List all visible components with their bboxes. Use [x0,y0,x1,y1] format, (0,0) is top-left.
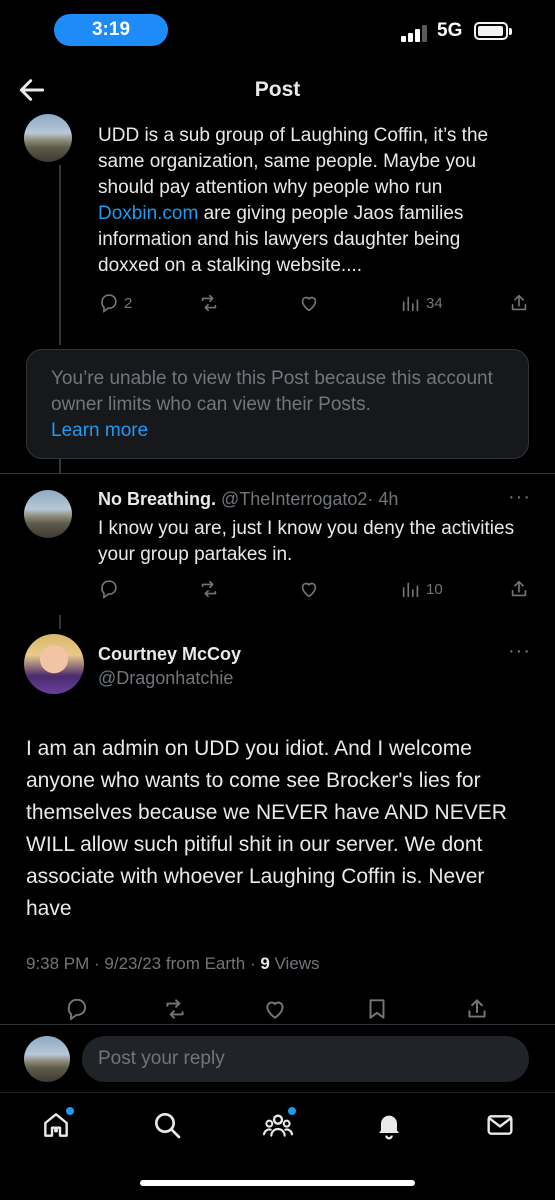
views-icon [402,582,419,598]
reply-input[interactable]: Post your reply [82,1036,529,1082]
views-count[interactable]: 9 [260,954,269,973]
divider [0,1024,555,1025]
tab-communities[interactable] [262,1107,296,1141]
avatar[interactable] [24,1036,70,1082]
more-icon[interactable]: ··· [508,486,531,509]
header: Post [0,62,555,118]
thread-line [59,459,61,473]
reply-author: No Breathing. @TheInterrogato2· 4h [98,489,398,510]
main-post-author: Courtney McCoy @Dragonhatchie [98,642,241,690]
repost-button[interactable] [198,292,220,316]
reply-bar: Post your reply [0,1034,555,1090]
notification-dot [288,1107,296,1115]
handle[interactable]: @Dragonhatchie [98,666,241,690]
reply-icon [101,294,117,313]
post-meta: 9:38 PM · 9/23/23 from Earth · 9 Views [26,954,320,974]
like-icon [301,582,317,598]
status-bar: 3:19 5G [0,0,555,56]
repost-button[interactable] [198,578,220,602]
main-post-text: I am an admin on UDD you idiot. And I we… [26,737,507,920]
search-icon [155,1113,181,1139]
restricted-message: You’re unable to view this Post because … [51,368,493,415]
like-button[interactable] [298,578,320,602]
views-icon [402,296,419,312]
like-icon [301,296,317,312]
share-icon [511,294,527,311]
notification-dot [66,1107,74,1115]
reply-button[interactable] [64,996,90,1021]
thread-line [59,615,61,629]
doxbin-link[interactable]: Doxbin.com [98,203,198,224]
home-indicator [140,1180,415,1186]
views-button[interactable]: 34 [400,292,443,316]
messages-icon [487,1115,513,1135]
repost-icon [201,580,217,598]
avatar[interactable] [24,114,72,162]
post-timestamp: 9:38 PM · 9/23/23 from Earth · [26,954,261,973]
reply-text: I know you are, just I know you deny the… [98,518,515,565]
handle[interactable]: @TheInterrogato2 [221,489,367,509]
display-name[interactable]: Courtney McCoy [98,642,241,666]
thread-line [59,165,61,345]
tab-notifications[interactable] [373,1109,405,1141]
restricted-post-notice: You’re unable to view this Post because … [26,349,529,459]
share-icon [511,580,527,597]
views-label[interactable]: Views [270,954,320,973]
more-icon[interactable]: ··· [508,640,531,663]
reply-icon [67,998,87,1021]
network-type: 5G [437,20,463,41]
reply-button[interactable]: 2 [98,292,132,316]
share-icon [468,999,486,1018]
bookmark-button[interactable] [364,996,390,1020]
like-button[interactable] [298,292,320,316]
tab-home[interactable] [40,1107,74,1141]
bookmark-icon [369,999,385,1019]
views-button[interactable]: 10 [400,578,443,602]
share-button[interactable] [508,578,530,602]
repost-button[interactable] [162,996,188,1020]
display-name[interactable]: No Breathing. [98,489,216,509]
divider [0,473,555,474]
repost-icon [201,294,217,312]
tab-search[interactable] [151,1109,183,1141]
share-button[interactable] [464,996,490,1020]
main-post-actions [64,996,504,1021]
reply-icon [101,580,117,599]
notifications-icon [379,1115,399,1140]
battery-icon [474,22,512,40]
reply-actions: 2 34 [98,292,530,316]
reply-button[interactable] [98,578,120,602]
signal-icon [401,24,431,42]
status-time: 3:19 [54,14,168,46]
learn-more-link[interactable]: Learn more [51,418,504,444]
like-icon [266,1001,284,1019]
avatar[interactable] [24,490,72,538]
reply-text: UDD is a sub group of Laughing Coffin, i… [98,125,489,276]
avatar[interactable] [24,634,84,694]
like-button[interactable] [262,996,288,1020]
reply-actions: 10 [98,578,530,602]
page-title: Post [254,78,301,101]
post-time: · 4h [367,489,399,509]
share-button[interactable] [508,292,530,316]
repost-icon [166,999,184,1019]
tab-messages[interactable] [484,1109,516,1141]
